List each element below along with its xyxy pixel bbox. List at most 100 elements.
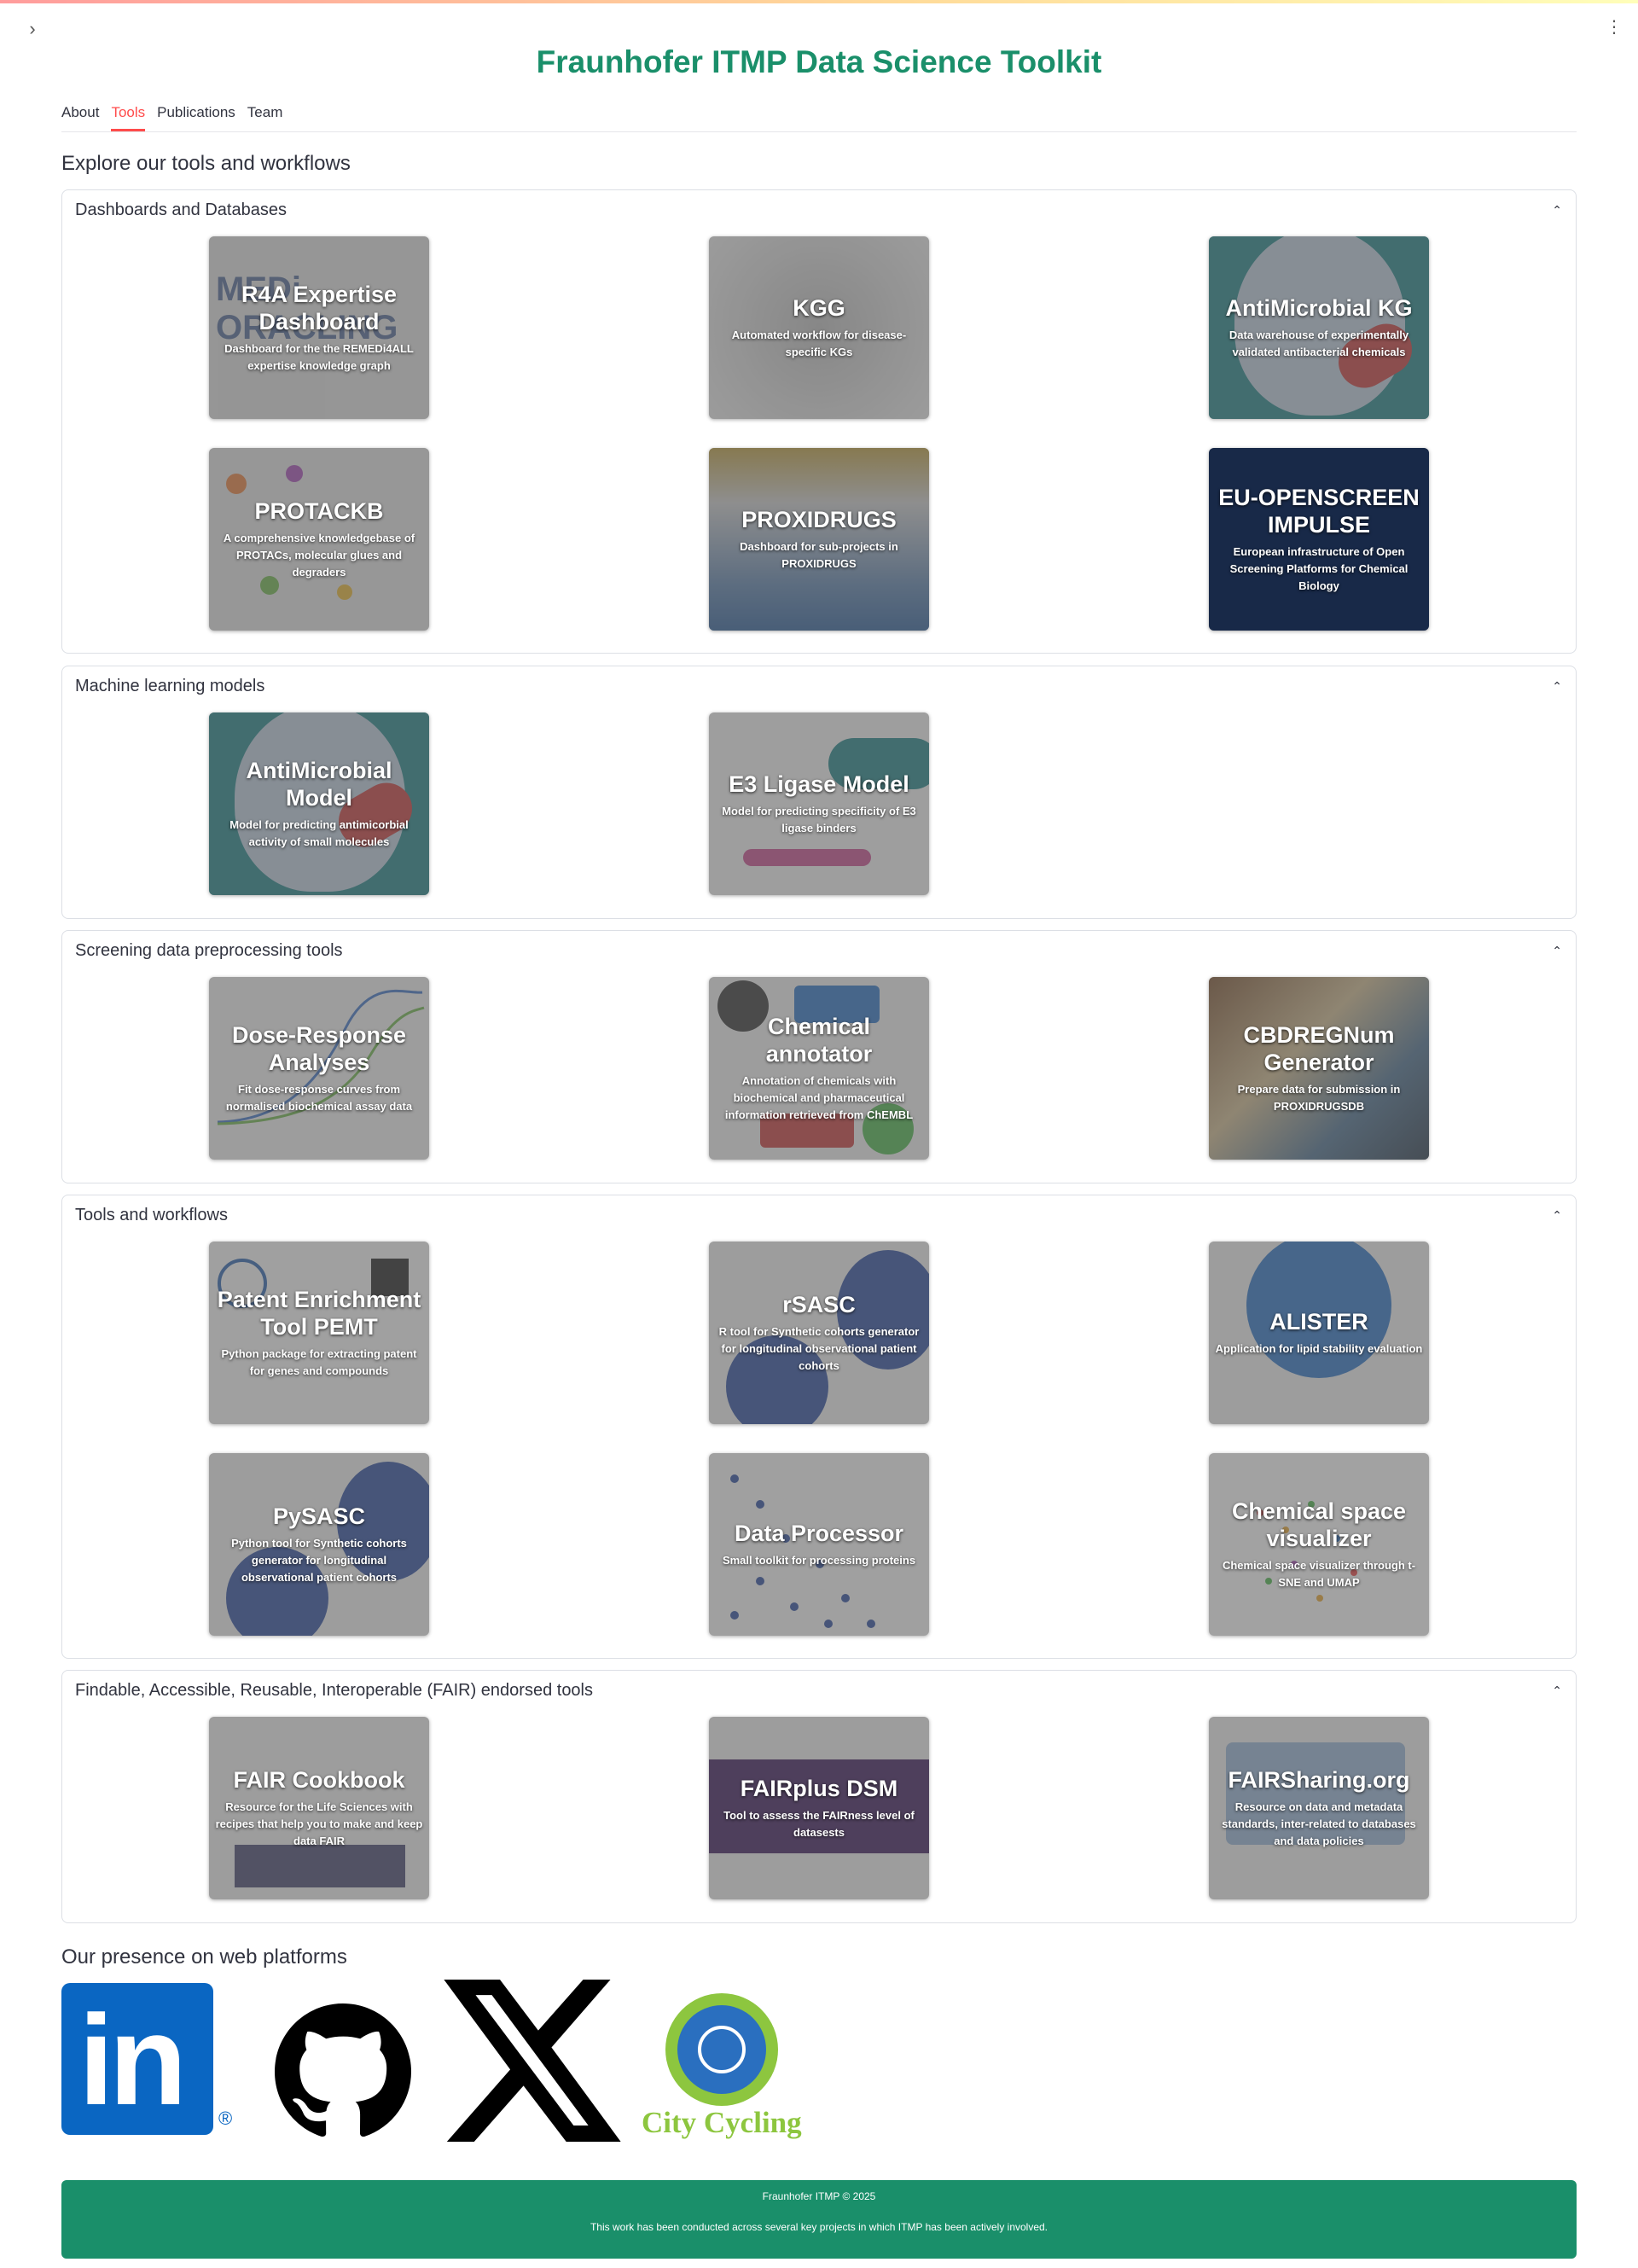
tool-card-eu-openscreen[interactable]: EU-OPENSCREEN IMPULSE European infrastruc… bbox=[1209, 448, 1429, 631]
card-title: FAIRSharing.org bbox=[1228, 1767, 1410, 1793]
card-title: PROXIDRUGS bbox=[741, 507, 897, 532]
tools-heading: Explore our tools and workflows bbox=[61, 152, 351, 175]
top-decoration-bar bbox=[0, 0, 1638, 3]
section-screening: Screening data preprocessing tools ⌃ Dos… bbox=[61, 930, 1577, 1183]
tool-card-chemical-annotator[interactable]: Chemical annotator Annotation of chemical… bbox=[709, 977, 929, 1160]
tool-card-pysasc[interactable]: PySASC Python tool for Synthetic cohorts … bbox=[209, 1453, 429, 1636]
card-description: Application for lipid stability evaluati… bbox=[1215, 1342, 1423, 1355]
section-header[interactable]: Machine learning models ⌃ bbox=[62, 666, 1576, 706]
card-title: KGG bbox=[793, 295, 845, 321]
card-description: Model for predicting specificity of E3 l… bbox=[722, 805, 916, 835]
card-description: Prepare data for submission in PROXIDRUG… bbox=[1237, 1083, 1401, 1113]
card-title: AntiMicrobial KG bbox=[1225, 295, 1413, 321]
card-title: EU-OPENSCREEN IMPULSE bbox=[1218, 485, 1420, 538]
github-icon[interactable] bbox=[275, 2003, 411, 2140]
card-title: PySASC bbox=[272, 1503, 366, 1529]
section-title: Tools and workflows bbox=[75, 1205, 228, 1224]
section-fair: Findable, Accessible, Reusable, Interope… bbox=[61, 1670, 1577, 1923]
card-title: FAIR Cookbook bbox=[233, 1767, 405, 1793]
card-description: Resource on data and metadata standards,… bbox=[1222, 1800, 1416, 1847]
web-presence-heading: Our presence on web platforms bbox=[61, 1945, 347, 1969]
tool-card-fairsharing[interactable]: FAIRSharing.org Resource on data and meta… bbox=[1209, 1717, 1429, 1899]
section-title: Screening data preprocessing tools bbox=[75, 940, 343, 960]
section-header[interactable]: Screening data preprocessing tools ⌃ bbox=[62, 931, 1576, 970]
bicycle-icon bbox=[698, 2026, 746, 2073]
card-title: Chemical annotator bbox=[765, 1014, 873, 1067]
card-title: rSASC bbox=[782, 1292, 856, 1317]
tool-card-fairplus-dsm[interactable]: FAIRplus DSM Tool to assess the FAIRness … bbox=[709, 1717, 929, 1899]
card-description: A comprehensive knowledgebase of PROTACs… bbox=[223, 532, 415, 579]
card-description: Resource for the Life Sciences with reci… bbox=[215, 1800, 423, 1847]
chevron-up-icon: ⌃ bbox=[1552, 1683, 1562, 1697]
tab-bar: About Tools Publications Team bbox=[61, 101, 1577, 132]
card-description: Chemical space visualizer through t-SNE … bbox=[1222, 1559, 1416, 1589]
card-title: E3 Ligase Model bbox=[729, 771, 909, 797]
city-cycling-label: City Cycling bbox=[642, 2106, 802, 2139]
section-header[interactable]: Findable, Accessible, Reusable, Interope… bbox=[62, 1671, 1576, 1710]
tool-card-e3-ligase[interactable]: E3 Ligase Model Model for predicting spec… bbox=[709, 712, 929, 895]
section-tools-workflows: Tools and workflows ⌃ Patent Enrichment … bbox=[61, 1195, 1577, 1659]
tab-team[interactable]: Team bbox=[247, 101, 283, 130]
tool-card-dose-response[interactable]: Dose-Response Analyses Fit dose-response … bbox=[209, 977, 429, 1160]
card-title: CBDREGNum Generator bbox=[1243, 1022, 1395, 1075]
tool-card-fair-cookbook[interactable]: FAIR Cookbook Resource for the Life Scien… bbox=[209, 1717, 429, 1899]
card-description: Model for predicting antimicorbial activ… bbox=[229, 818, 409, 848]
x-icon[interactable] bbox=[444, 1980, 621, 2142]
chevron-right-icon[interactable]: › bbox=[24, 17, 41, 41]
tool-card-chemical-space[interactable]: Chemical space visualizer Chemical space … bbox=[1209, 1453, 1429, 1636]
tool-card-alister[interactable]: ALISTER Application for lipid stability e… bbox=[1209, 1242, 1429, 1424]
card-title: AntiMicrobial Model bbox=[246, 758, 392, 811]
card-title: FAIRplus DSM bbox=[740, 1776, 898, 1801]
card-title: PROTACKB bbox=[254, 498, 384, 524]
card-description: Fit dose-response curves from normalised… bbox=[225, 1083, 413, 1113]
tool-card-rsasc[interactable]: rSASC R tool for Synthetic cohorts genera… bbox=[709, 1242, 929, 1424]
tool-card-proxidrugs[interactable]: PROXIDRUGS Dashboard for sub-projects in … bbox=[709, 448, 929, 631]
card-description: Automated workflow for disease-specific … bbox=[731, 329, 907, 358]
linkedin-logo-text: in bbox=[78, 1988, 187, 2131]
card-description: Dashboard for the the REMEDi4ALL experti… bbox=[224, 342, 414, 372]
tool-card-cbdregnum[interactable]: CBDREGNum Generator Prepare data for subm… bbox=[1209, 977, 1429, 1160]
linkedin-icon[interactable]: in bbox=[61, 1983, 213, 2135]
card-title: ALISTER bbox=[1269, 1309, 1368, 1335]
section-header[interactable]: Tools and workflows ⌃ bbox=[62, 1195, 1576, 1235]
tab-about[interactable]: About bbox=[61, 101, 99, 130]
card-description: Dashboard for sub-projects in PROXIDRUGS bbox=[740, 540, 898, 570]
tab-publications[interactable]: Publications bbox=[157, 101, 235, 130]
tool-card-kgg[interactable]: KGG Automated workflow for disease-specif… bbox=[709, 236, 929, 419]
section-title: Dashboards and Databases bbox=[75, 200, 287, 219]
card-description: Python package for extracting patent for… bbox=[221, 1347, 417, 1377]
card-description: Python tool for Synthetic cohorts genera… bbox=[231, 1537, 407, 1584]
section-header[interactable]: Dashboards and Databases ⌃ bbox=[62, 190, 1576, 230]
tab-tools[interactable]: Tools bbox=[111, 101, 146, 131]
tool-card-protackb[interactable]: PROTACKB A comprehensive knowledgebase of… bbox=[209, 448, 429, 631]
section-dashboards: Dashboards and Databases ⌃ MEDi ORACLING… bbox=[61, 189, 1577, 654]
card-description: Tool to assess the FAIRness level of dat… bbox=[723, 1809, 915, 1839]
tool-card-antimicrobial-kg[interactable]: AntiMicrobial KG Data warehouse of experi… bbox=[1209, 236, 1429, 419]
card-title: R4A Expertise Dashboard bbox=[241, 282, 398, 334]
chevron-up-icon: ⌃ bbox=[1552, 943, 1562, 957]
tool-card-data-processor[interactable]: Data Processor Small toolkit for processi… bbox=[709, 1453, 929, 1636]
city-cycling-icon[interactable]: City Cycling bbox=[642, 1980, 812, 2150]
card-description: R tool for Synthetic cohorts generator f… bbox=[718, 1325, 920, 1372]
section-title: Machine learning models bbox=[75, 676, 265, 695]
card-description: Small toolkit for processing proteins bbox=[722, 1554, 916, 1567]
footer: Fraunhofer ITMP © 2025 This work has bee… bbox=[61, 2180, 1577, 2259]
card-title: Patent Enrichment Tool PEMT bbox=[217, 1287, 421, 1340]
card-description: Annotation of chemicals with biochemical… bbox=[724, 1074, 914, 1121]
card-description: Data warehouse of experimentally validat… bbox=[1228, 329, 1409, 358]
registered-mark: ® bbox=[218, 2108, 233, 2129]
tool-card-r4a[interactable]: MEDi ORACLING R4A Expertise DashboardDas… bbox=[209, 236, 429, 419]
section-ml-models: Machine learning models ⌃ AntiMicrobial … bbox=[61, 666, 1577, 919]
section-title: Findable, Accessible, Reusable, Interope… bbox=[75, 1680, 594, 1700]
chevron-up-icon: ⌃ bbox=[1552, 202, 1562, 217]
more-vertical-icon[interactable]: ⋮ bbox=[1606, 15, 1623, 39]
footer-copyright: Fraunhofer ITMP © 2025 bbox=[762, 2190, 876, 2202]
page-title: Fraunhofer ITMP Data Science Toolkit bbox=[536, 44, 1102, 79]
chevron-up-icon: ⌃ bbox=[1552, 678, 1562, 693]
card-description: European infrastructure of Open Screenin… bbox=[1229, 545, 1409, 592]
footer-note: This work has been conducted across seve… bbox=[590, 2221, 1048, 2233]
card-title: Chemical space visualizer bbox=[1231, 1498, 1407, 1551]
tool-card-pemt[interactable]: Patent Enrichment Tool PEMT Python packag… bbox=[209, 1242, 429, 1424]
chevron-up-icon: ⌃ bbox=[1552, 1207, 1562, 1222]
tool-card-antimicrobial-model[interactable]: AntiMicrobial Model Model for predicting … bbox=[209, 712, 429, 895]
